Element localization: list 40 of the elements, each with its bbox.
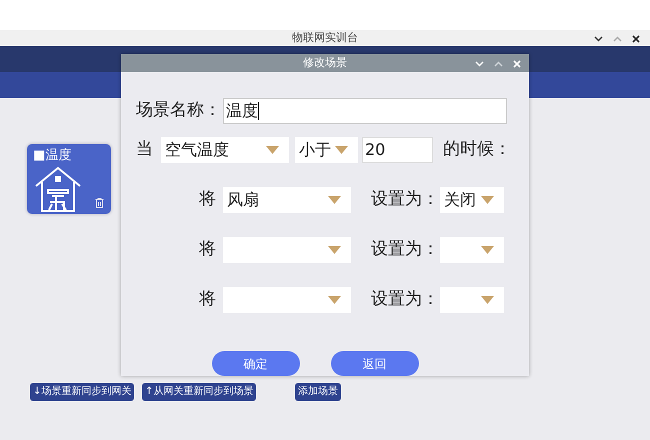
minimize-icon[interactable] [594, 36, 603, 42]
dropdown-arrow-icon [328, 196, 341, 204]
field-label: 设置为： [371, 188, 439, 212]
dropdown-arrow-icon [481, 246, 494, 254]
threshold-input[interactable]: 20 [362, 137, 433, 163]
action-button[interactable]: ↑从网关重新同步到场景 [142, 383, 256, 401]
field-label: 设置为： [371, 288, 439, 312]
dropdown[interactable]: 小于 [295, 137, 358, 163]
dropdown[interactable] [440, 237, 504, 263]
dropdown-arrow-icon [335, 146, 348, 154]
window-title: 物联网实训台 [292, 30, 358, 46]
dropdown-arrow-icon [328, 296, 341, 304]
dropdown-arrow-icon [266, 146, 279, 154]
dialog-title: 修改场景 [303, 54, 347, 71]
scene-label: ■温度 [33, 148, 72, 164]
name-input[interactable]: 温度 [223, 98, 507, 124]
dropdown-arrow-icon [481, 296, 494, 304]
house-icon [34, 166, 82, 212]
field-label: 的时候： [443, 138, 511, 162]
maximize-icon[interactable] [613, 36, 622, 42]
dropdown[interactable] [440, 287, 504, 313]
dropdown-arrow-icon [481, 196, 494, 204]
field-label: 将 [199, 188, 216, 212]
dropdown[interactable]: 风扇 [223, 187, 351, 213]
field-label: 将 [199, 238, 216, 262]
field-label: 将 [199, 288, 216, 312]
dialog-button[interactable]: 确定 [212, 351, 300, 376]
dropdown[interactable]: 空气温度 [161, 137, 289, 163]
action-button[interactable]: ↓场景重新同步到网关 [30, 383, 134, 401]
field-label: 设置为： [371, 238, 439, 262]
dropdown-arrow-icon [328, 246, 341, 254]
action-button[interactable]: 添加场景 [295, 383, 341, 401]
maximize-icon[interactable] [494, 61, 503, 67]
trash-icon[interactable] [95, 198, 104, 208]
scene-card[interactable]: ■温度 [27, 144, 111, 214]
close-icon[interactable] [632, 35, 640, 43]
dialog-button[interactable]: 返回 [330, 351, 418, 376]
field-label: 当 [136, 138, 153, 162]
dropdown[interactable]: 关闭 [440, 187, 504, 213]
field-label: 场景名称： [136, 99, 221, 122]
